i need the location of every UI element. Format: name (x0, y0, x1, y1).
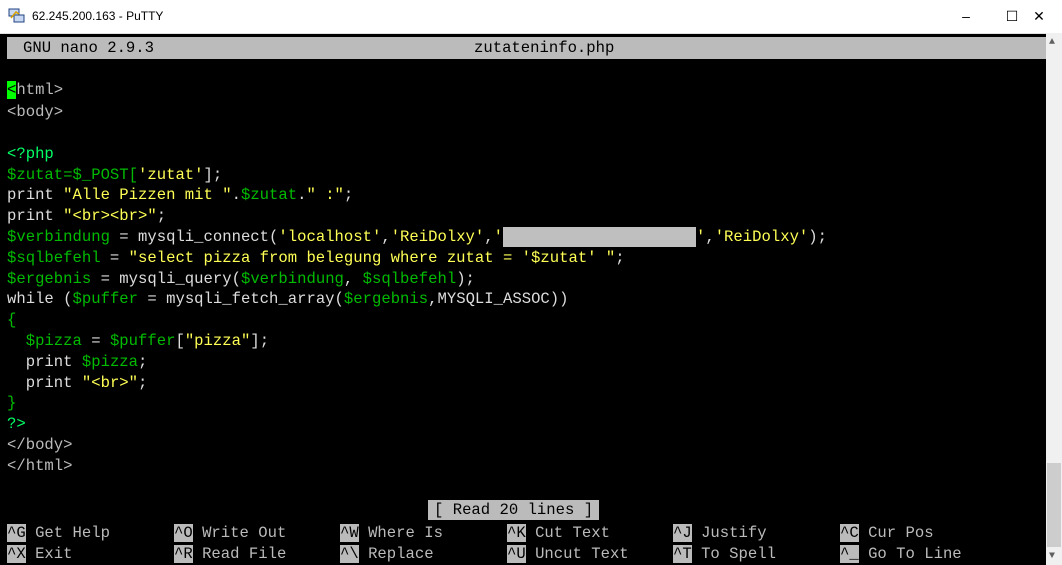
scroll-up-icon[interactable]: ▲ (1049, 37, 1055, 48)
shortcut-read-file[interactable]: ^R Read File (174, 544, 286, 564)
shortcut-cut-text[interactable]: ^K Cut Text (507, 523, 610, 543)
code-line-1: <html> (7, 81, 64, 99)
code-line-15: print "<br>"; (7, 374, 148, 392)
code-line-13: $pizza = $puffer["pizza"]; (7, 332, 270, 350)
scroll-thumb[interactable] (1047, 463, 1061, 547)
window-title: 62.245.200.163 - PuTTY (32, 9, 164, 23)
code-line-10: $ergebnis = mysqli_query($verbindung, $s… (7, 270, 475, 288)
minimize-button[interactable]: – (943, 0, 989, 33)
shortcut-uncut-text[interactable]: ^U Uncut Text (507, 544, 629, 564)
code-line-8: $verbindung = mysqli_connect('localhost'… (7, 227, 827, 247)
shortcut-replace[interactable]: ^\ Replace (340, 544, 434, 564)
code-line-17: ?> (7, 415, 26, 433)
code-line-14: print $pizza; (7, 353, 148, 371)
shortcut-get-help[interactable]: ^G Get Help (7, 523, 110, 543)
nano-header: GNU nano 2.9.3 zutateninfo.php (7, 37, 1046, 59)
title-bar[interactable]: 62.245.200.163 - PuTTY – ☐ ✕ (0, 0, 1062, 34)
redacted-password (502, 227, 696, 247)
code-line-4: <?php (7, 145, 54, 163)
status-message: [ Read 20 lines ] (428, 500, 600, 520)
code-line-9: $sqlbefehl = "select pizza from belegung… (7, 249, 625, 267)
putty-icon (8, 8, 25, 23)
nano-version: GNU nano 2.9.3 (23, 39, 155, 57)
shortcut-bar: ^G Get Help ^O Write Out ^W Where Is ^K … (7, 523, 1046, 565)
shortcut-write-out[interactable]: ^O Write Out (174, 523, 286, 543)
shortcut-to-spell[interactable]: ^T To Spell (673, 544, 776, 564)
code-line-5: $zutat=$_POST['zutat']; (7, 166, 223, 184)
file-name: zutateninfo.php (474, 39, 615, 57)
terminal-area[interactable]: GNU nano 2.9.3 zutateninfo.php <html> <b… (7, 37, 1046, 565)
shortcut-where-is[interactable]: ^W Where Is (340, 523, 443, 543)
code-line-7: print "<br><br>"; (7, 207, 167, 225)
shortcut-go-to-line[interactable]: ^_ Go To Line (840, 544, 962, 564)
text-cursor: < (7, 81, 17, 99)
close-button[interactable]: ✕ (1016, 0, 1062, 33)
code-line-19: </html> (7, 457, 73, 475)
shortcut-cur-pos[interactable]: ^C Cur Pos (840, 523, 934, 543)
shortcut-exit[interactable]: ^X Exit (7, 544, 73, 564)
code-line-11: while ($puffer = mysqli_fetch_array($erg… (7, 290, 569, 308)
code-line-16: } (7, 394, 17, 412)
shortcut-justify[interactable]: ^J Justify (673, 523, 767, 543)
code-line-6: print "Alle Pizzen mit ".$zutat." :"; (7, 186, 354, 204)
scroll-down-icon[interactable]: ▼ (1049, 551, 1055, 562)
putty-window: 62.245.200.163 - PuTTY – ☐ ✕ GNU nano 2.… (0, 0, 1062, 565)
code-line-18: </body> (7, 436, 73, 454)
code-line-2: <body> (7, 103, 64, 121)
vertical-scrollbar[interactable]: ▲ ▼ (1046, 33, 1062, 565)
code-line-12: { (7, 311, 17, 329)
